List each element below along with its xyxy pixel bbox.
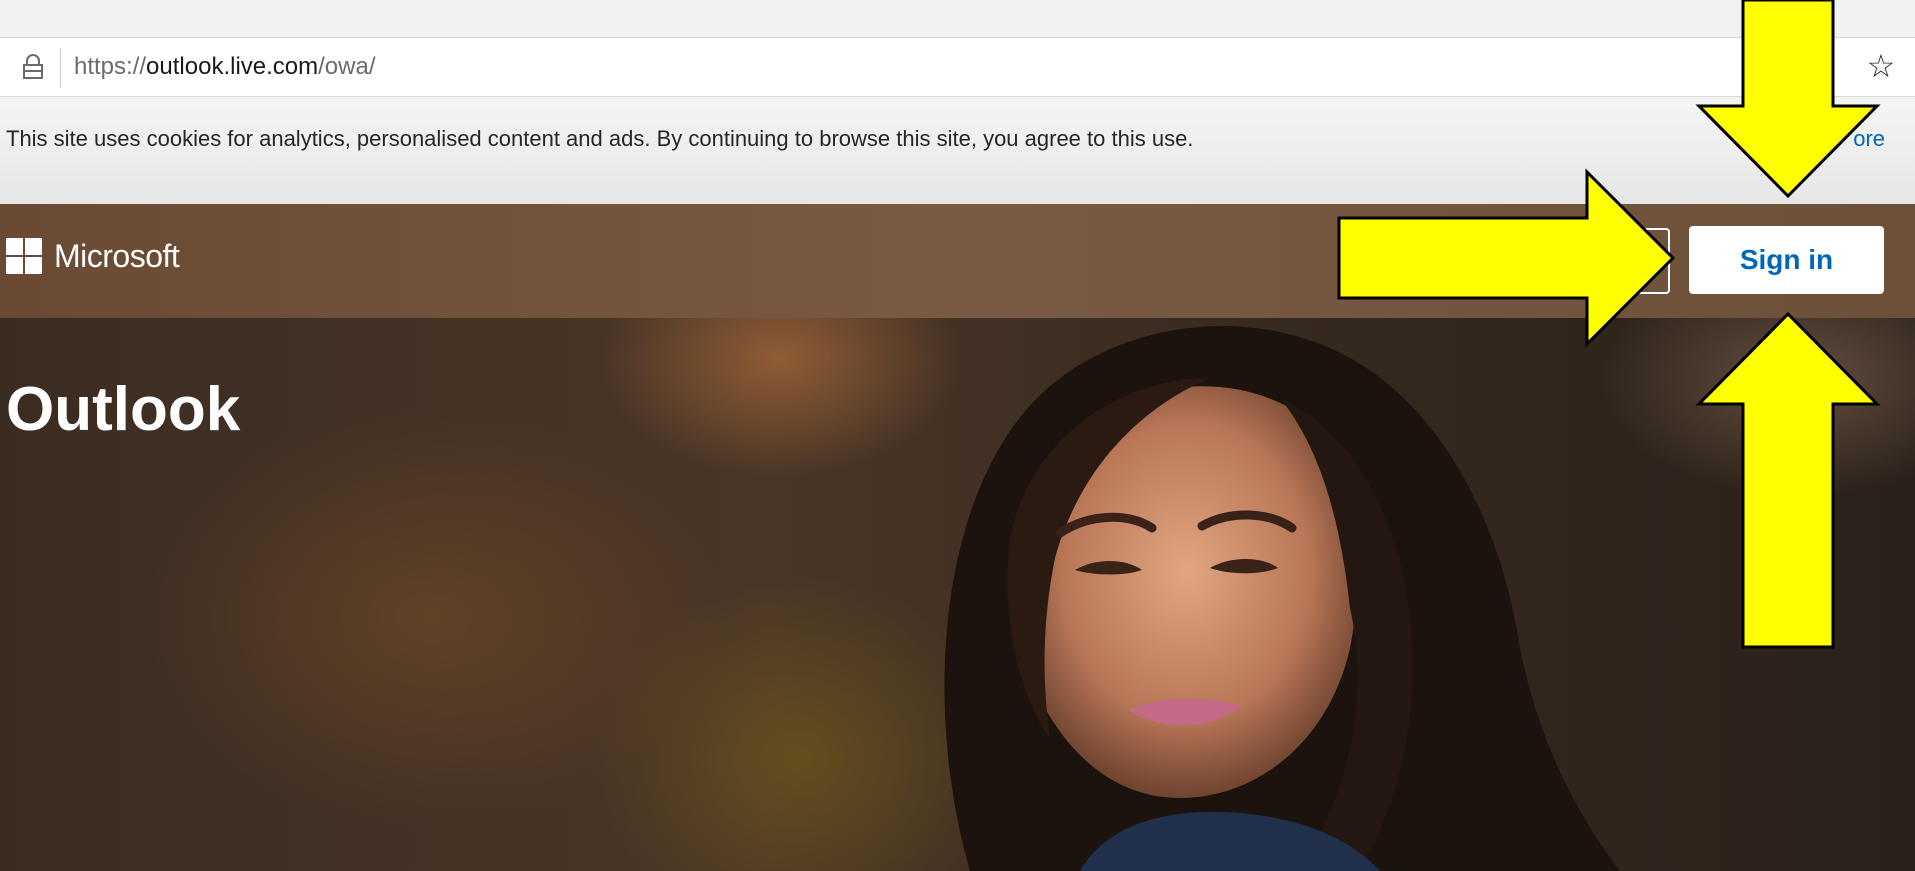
- url-domain: outlook.live.com: [146, 53, 319, 80]
- arrow-up-icon: [1695, 311, 1881, 649]
- sign-in-button[interactable]: Sign in: [1689, 226, 1884, 294]
- address-bar[interactable]: https://outlook.live.com/owa/ ☆: [0, 37, 1915, 97]
- hero-title: Outlook: [6, 375, 241, 444]
- arrow-down-icon: [1695, 0, 1881, 199]
- url-field[interactable]: https://outlook.live.com/owa/: [74, 53, 376, 81]
- page: https://outlook.live.com/owa/ ☆ This sit…: [0, 0, 1915, 871]
- microsoft-logo-icon[interactable]: [6, 238, 42, 274]
- address-divider: [60, 48, 61, 88]
- url-path: /owa/: [318, 53, 376, 80]
- lock-icon: [23, 54, 43, 79]
- arrow-right-icon: [1337, 168, 1676, 348]
- url-prefix: https://: [74, 53, 147, 80]
- brand-name[interactable]: Microsoft: [54, 238, 180, 275]
- cookie-banner-text: This site uses cookies for analytics, pe…: [6, 126, 1194, 151]
